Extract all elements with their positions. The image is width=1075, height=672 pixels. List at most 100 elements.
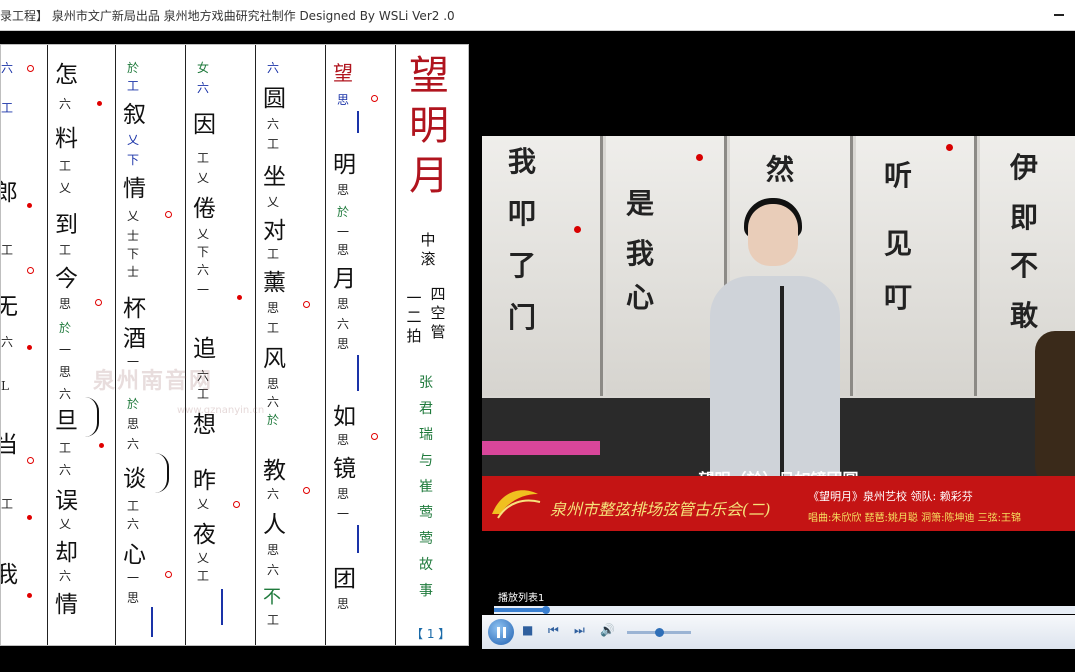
score-notation: 一 — [59, 343, 73, 357]
score-notation: 工 — [127, 499, 141, 513]
score-char: 料 — [55, 126, 78, 152]
score-notation: 乂 — [127, 209, 141, 223]
window-title: 录工程】 泉州市文广新局出品 泉州地方戏曲研究社制作 Designed By W… — [0, 8, 455, 23]
score-char: 明 — [333, 152, 356, 178]
board-char: 叩 — [508, 197, 537, 230]
score-notation: 思 — [127, 591, 141, 605]
score-char: 叙 — [123, 102, 146, 128]
score-notation: 工 — [267, 321, 281, 335]
next-icon[interactable]: ⏭ — [574, 623, 585, 638]
score-char: 对 — [263, 218, 286, 244]
volume-slider[interactable] — [627, 628, 691, 637]
score-notation: 一 — [337, 507, 351, 521]
banner-title: 泉州市整弦排场弦管古乐会(二) — [550, 500, 771, 519]
score-notation: 六 — [59, 463, 73, 477]
event-banner: 泉州市整弦排场弦管古乐会(二) 《望明月》泉州艺校 领队: 赖彩芬 唱曲:朱欣欣… — [482, 476, 1075, 531]
seek-knob[interactable] — [542, 606, 551, 614]
score-tempo: 中滚 — [420, 231, 436, 268]
score-notation: 乂 — [127, 133, 141, 147]
score-title-column: 望明月 中滚 一二拍 四空管 张君瑞与崔莺莺故事 【 1 】 — [395, 45, 468, 645]
board-char: 即 — [1010, 201, 1039, 234]
score-notation: 思 — [59, 365, 73, 379]
volume-knob[interactable] — [655, 628, 664, 637]
score-notation: 六 — [59, 569, 73, 583]
score-char: 圆 — [263, 86, 286, 112]
score-notation: 士 — [127, 265, 141, 279]
watermark-logo: 泉州南音网 — [93, 369, 214, 394]
score-notation: 於 — [267, 413, 281, 427]
score-notation: 下 — [127, 153, 141, 167]
board-char: 叮 — [884, 281, 913, 314]
score-notation: 工 — [267, 247, 281, 261]
score-notation: 工 — [59, 441, 73, 455]
previous-icon[interactable]: ⏮ — [548, 623, 559, 638]
score-char: 今 — [55, 266, 78, 292]
score-notation: 六 — [267, 395, 281, 409]
board-char: 见 — [884, 227, 913, 260]
stop-icon[interactable]: ■ — [522, 623, 533, 637]
score-notation: 思 — [59, 297, 73, 311]
score-char: 情 — [55, 592, 78, 618]
score-char: 如 — [333, 404, 356, 430]
score-char: 追 — [193, 336, 216, 362]
score-char: 不 — [263, 587, 281, 608]
score-notation: 於 — [337, 205, 351, 219]
score-notation: 六 — [267, 61, 281, 75]
score-notation: 乂 — [59, 181, 73, 195]
board-char: 不 — [1010, 249, 1039, 282]
banner-credits: 唱曲:朱欣欣 琵琶:姚月聪 洞箫:陈坤迪 三弦:王锦 — [808, 513, 1022, 524]
minimize-icon[interactable] — [1051, 6, 1067, 22]
score-char: 到 — [55, 212, 78, 238]
score-char: 旦 — [55, 408, 78, 434]
score-char: 心 — [123, 542, 146, 568]
score-title: 望明月 — [409, 53, 449, 199]
seek-bar[interactable] — [494, 606, 1075, 614]
score-notation: 工 — [127, 79, 141, 93]
score-char: 谈 — [123, 466, 146, 492]
score-notation: 工 — [1, 101, 15, 115]
score-notation: 思 — [337, 433, 351, 447]
score-notation: 思 — [127, 417, 141, 431]
score-notation: 工 — [197, 569, 211, 583]
board-char: 听 — [884, 159, 913, 192]
score-page-number: 【 1 】 — [411, 627, 451, 641]
pause-button[interactable] — [488, 619, 514, 645]
score-notation: 一 — [127, 571, 141, 585]
score-notation: 工 — [267, 137, 281, 151]
score-notation: 六 — [59, 97, 73, 111]
score-notation: 思 — [337, 297, 351, 311]
volume-icon[interactable]: 🔊 — [600, 623, 615, 637]
score-notation: 六 — [267, 487, 281, 501]
score-column-6: 六 工 郎 工 无 六 L 当 工 我 — [1, 45, 48, 645]
board-char: 是 — [626, 187, 655, 220]
score-char: 月 — [333, 266, 356, 292]
score-char: 风 — [263, 346, 286, 372]
score-notation: 六 — [59, 387, 73, 401]
board-char: 了 — [508, 249, 537, 282]
video-player[interactable]: 我 叩 了 门 是 我 心 然 听 见 叮 伊 即 不 敢 泉州市整弦排场弦管古… — [482, 46, 1075, 606]
board-char: 伊 — [1010, 151, 1039, 184]
score-notation: 思 — [337, 243, 351, 257]
score-char: 倦 — [193, 196, 216, 222]
score-char: 镜 — [333, 456, 356, 482]
playlist-label[interactable]: 播放列表1 — [498, 589, 544, 604]
score-notation: 思 — [267, 543, 281, 557]
score-char: 团 — [333, 566, 356, 592]
board-char: 我 — [626, 237, 655, 270]
watermark-url: www.qznanyin.cn — [177, 405, 265, 416]
score-mode: 四空管 — [430, 285, 446, 341]
score-char: 怎 — [55, 62, 78, 88]
score-notation: 於 — [127, 61, 141, 75]
score-notation: 思 — [337, 337, 351, 351]
score-notation: 六 — [197, 263, 211, 277]
score-notation: 工 — [267, 613, 281, 627]
score-notation: 六 — [1, 61, 15, 75]
score-notation: 工 — [59, 243, 73, 257]
seek-progress — [494, 608, 547, 612]
microphone-stand — [780, 286, 784, 476]
score-notation: 六 — [1, 335, 15, 349]
score-char: 薰 — [263, 270, 286, 296]
score-notation: 於 — [127, 397, 141, 411]
score-notation: 一 — [337, 225, 351, 239]
score-notation: 工 — [1, 497, 15, 511]
